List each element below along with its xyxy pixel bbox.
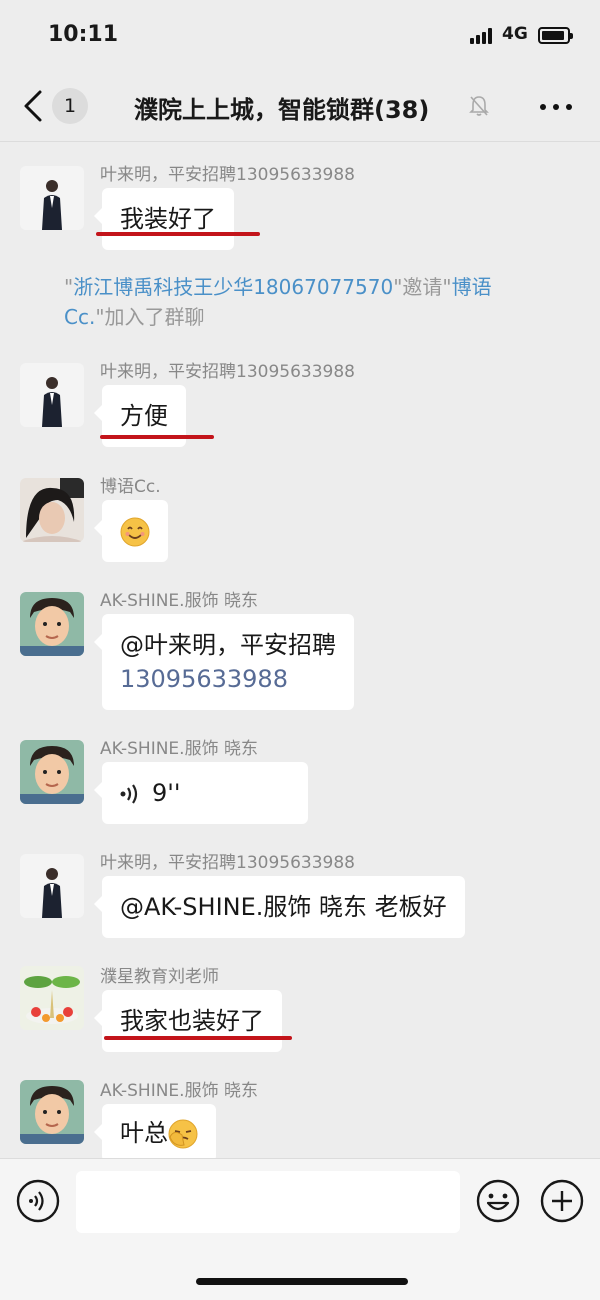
signal-icon [470, 28, 494, 44]
sender-name: 濮星教育刘老师 [100, 967, 219, 987]
sender-name: 叶来明，平安招聘13095633988 [100, 165, 355, 185]
message-bubble[interactable]: @AK-SHINE.服饰 晓东 老板好 [94, 876, 465, 938]
inviter-name[interactable]: 浙江博禹科技王少华18067077570 [73, 275, 393, 299]
sender-name: AK-SHINE.服饰 晓东 [100, 739, 258, 759]
highlight-underline [104, 1036, 292, 1040]
avatar[interactable] [20, 363, 84, 427]
avatar[interactable] [20, 1080, 84, 1144]
voice-wave-icon [120, 784, 138, 804]
highlight-underline [100, 435, 214, 439]
mute-bell-icon [468, 94, 490, 118]
chat-header: 1 濮院上上城，智能锁群(38) [0, 70, 600, 142]
message-bubble[interactable]: @叶来明，平安招聘 13095633988 [94, 614, 354, 710]
avatar[interactable] [20, 966, 84, 1030]
sender-name: 叶来明，平安招聘13095633988 [100, 362, 355, 382]
system-suffix: 加入了群聊 [104, 305, 205, 329]
network-type: 4G [502, 24, 528, 44]
sender-name: AK-SHINE.服饰 晓东 [100, 591, 258, 611]
phone-link[interactable]: 13095633988 [120, 662, 336, 696]
unread-count-badge[interactable]: 1 [52, 88, 88, 124]
sender-name: 博语Cc. [100, 477, 161, 497]
input-bar [0, 1158, 600, 1300]
message-bubble[interactable]: 我家也装好了 [94, 990, 282, 1052]
more-icon[interactable] [536, 88, 576, 124]
system-verb: 邀请 [402, 275, 443, 299]
voice-input-icon[interactable] [16, 1179, 60, 1223]
home-indicator[interactable] [196, 1278, 408, 1285]
back-arrow-icon[interactable] [20, 88, 50, 124]
status-time: 10:11 [48, 22, 119, 47]
smile-emoji [120, 517, 150, 547]
message-text: 叶总 [120, 1119, 168, 1147]
sender-name: 叶来明，平安招聘13095633988 [100, 853, 355, 873]
message-bubble[interactable] [94, 500, 168, 562]
sender-name: AK-SHINE.服饰 晓东 [100, 1081, 258, 1101]
avatar[interactable] [20, 592, 84, 656]
avatar[interactable] [20, 166, 84, 230]
voice-duration: 9'' [152, 779, 181, 807]
battery-icon [538, 27, 573, 44]
avatar[interactable] [20, 854, 84, 918]
avatar[interactable] [20, 740, 84, 804]
plus-icon[interactable] [540, 1179, 584, 1223]
status-bar: 10:11 4G [0, 0, 600, 70]
highlight-underline [96, 232, 260, 236]
message-input[interactable] [76, 1171, 460, 1233]
avatar[interactable] [20, 478, 84, 542]
message-bubble[interactable]: 我装好了 [94, 188, 234, 250]
chat-title: 濮院上上城，智能锁群(38) [134, 96, 430, 124]
emoji-icon[interactable] [476, 1179, 520, 1223]
voice-message-bubble[interactable]: 9'' [94, 762, 308, 824]
mention-text: @叶来明，平安招聘 [120, 631, 336, 659]
facepalm-emoji [168, 1119, 198, 1149]
system-message: "浙江博禹科技王少华18067077570"邀请"博语Cc."加入了群聊 [64, 275, 492, 329]
message-bubble[interactable]: 叶总 [94, 1104, 216, 1162]
